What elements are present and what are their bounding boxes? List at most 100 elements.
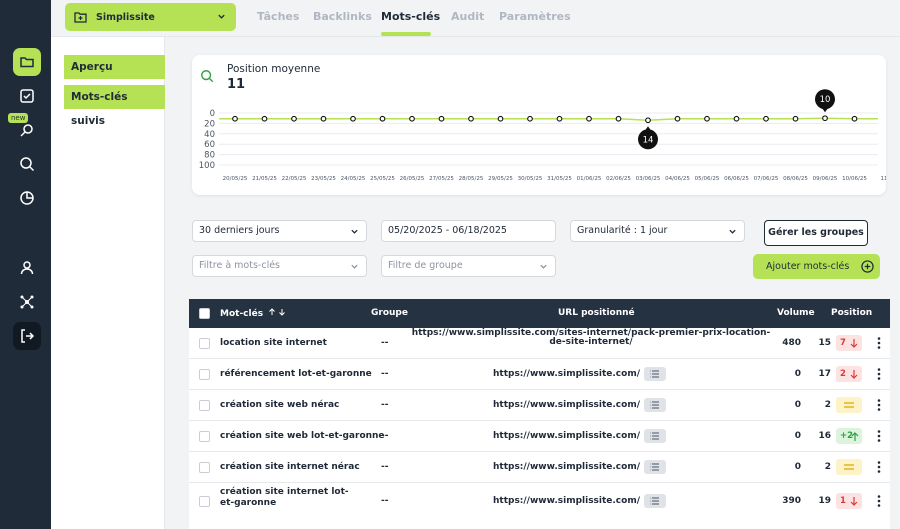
- row-url[interactable]: https://www.simplissite.com/: [380, 400, 640, 410]
- row-checkbox[interactable]: [199, 462, 210, 473]
- data-point: [733, 115, 740, 122]
- table-row[interactable]: référencement lot-et-garonne -- https://…: [189, 359, 890, 390]
- sub-navigation: Aperçu Mots-clés suivis: [51, 37, 165, 529]
- data-point: [320, 115, 327, 122]
- manage-groups-button[interactable]: Gérer les groupes: [764, 220, 868, 246]
- row-checkbox[interactable]: [199, 369, 210, 380]
- data-point: [556, 115, 563, 122]
- data-point: [468, 115, 474, 122]
- list-icon[interactable]: [644, 429, 666, 443]
- row-group: --: [381, 338, 389, 348]
- tab-mots-cles[interactable]: Mots-clés: [381, 10, 440, 23]
- data-point: [497, 115, 504, 122]
- data-point: [291, 115, 297, 122]
- row-checkbox[interactable]: [199, 400, 210, 411]
- x-tick-label: 04/06/25: [665, 176, 690, 182]
- data-point: [586, 115, 592, 122]
- top-bar: Simplissite Tâches Backlinks Mots-clés A…: [51, 0, 900, 37]
- header-volume: Volume: [777, 308, 815, 318]
- subnav-mots-cles-suivis[interactable]: Mots-clés suivis: [64, 85, 165, 127]
- period-select[interactable]: 30 derniers jours: [192, 220, 367, 242]
- keyword-research-icon[interactable]: [13, 116, 41, 144]
- row-keyword: création site internet lot-et-garonne: [220, 487, 349, 508]
- folder-plus-icon: [74, 12, 87, 23]
- subnav-apercu[interactable]: Aperçu: [64, 55, 165, 79]
- more-options-icon[interactable]: [877, 429, 881, 443]
- data-point: [674, 115, 681, 122]
- x-tick-label: 26/05/25: [400, 176, 425, 182]
- tab-taches[interactable]: Tâches: [257, 10, 299, 23]
- add-keywords-label: Ajouter mots-clés: [766, 261, 850, 272]
- x-tick-label: 01/06/25: [577, 176, 602, 182]
- row-url[interactable]: https://www.simplissite.com/: [380, 462, 640, 472]
- tab-audit[interactable]: Audit: [451, 10, 484, 23]
- more-options-icon[interactable]: [877, 336, 881, 350]
- header-url: URL positionné: [558, 308, 635, 318]
- table-row[interactable]: location site internet -- https://www.si…: [189, 328, 890, 359]
- row-volume: 0: [794, 369, 801, 379]
- x-tick-label: 25/05/25: [370, 176, 395, 182]
- more-options-icon[interactable]: [877, 460, 881, 474]
- x-tick-label: 11: [881, 176, 887, 182]
- list-icon[interactable]: [644, 494, 666, 508]
- list-icon[interactable]: [644, 367, 666, 381]
- table-row[interactable]: création site web nérac -- https://www.s…: [189, 390, 890, 421]
- data-point: [851, 115, 858, 122]
- sort-arrows-icon[interactable]: [268, 308, 288, 316]
- keyword-filter-select[interactable]: Filtre à mots-clés: [192, 255, 367, 277]
- row-volume: 0: [794, 400, 801, 410]
- list-icon[interactable]: [644, 398, 666, 412]
- tab-parametres[interactable]: Paramètres: [499, 10, 571, 23]
- active-tab-indicator: [381, 32, 431, 36]
- row-url[interactable]: https://www.simplissite.com/: [380, 369, 640, 379]
- row-url[interactable]: https://www.simplissite.com/: [380, 496, 640, 506]
- x-tick-label: 21/05/25: [252, 176, 277, 182]
- more-options-icon[interactable]: [877, 367, 881, 381]
- site-name: Simplissite: [96, 11, 155, 23]
- arrow-down-icon: [850, 497, 858, 506]
- logout-icon[interactable]: [13, 322, 41, 350]
- arrow-down-icon: [850, 339, 858, 348]
- tab-backlinks[interactable]: Backlinks: [313, 10, 372, 23]
- table-row[interactable]: création site web lot-et-garonne -- http…: [189, 421, 890, 452]
- row-keyword: référencement lot-et-garonne: [220, 369, 372, 379]
- more-options-icon[interactable]: [877, 398, 881, 412]
- data-point: [615, 115, 622, 122]
- row-checkbox[interactable]: [199, 338, 210, 349]
- user-icon[interactable]: [13, 254, 41, 282]
- site-selector[interactable]: Simplissite: [65, 3, 236, 31]
- date-range-input[interactable]: 05/20/2025 - 06/18/2025: [381, 220, 556, 242]
- x-tick-label: 30/05/25: [518, 176, 543, 182]
- left-rail: new: [0, 0, 51, 529]
- row-checkbox[interactable]: [199, 496, 210, 507]
- search-icon[interactable]: [13, 150, 41, 178]
- group-filter-select[interactable]: Filtre de groupe: [381, 255, 556, 277]
- equal-icon: [844, 402, 854, 408]
- data-point: [822, 115, 828, 122]
- period-value: 30 derniers jours: [199, 225, 280, 236]
- header-keyword[interactable]: Mot-clés: [220, 308, 288, 319]
- y-tick-label: 100: [199, 161, 215, 171]
- main-content: Position moyenne 11 0 20 40 60 80 100 20/05/25…: [165, 37, 900, 529]
- data-point: [763, 115, 769, 122]
- data-point: [704, 115, 710, 122]
- add-keywords-button[interactable]: Ajouter mots-clés: [753, 254, 880, 279]
- more-options-icon[interactable]: [877, 494, 881, 508]
- table-row[interactable]: création site internet lot-et-garonne --…: [189, 483, 890, 521]
- list-icon[interactable]: [644, 460, 666, 474]
- row-url[interactable]: https://www.simplissite.com/sites-intern…: [411, 329, 771, 347]
- folder-icon[interactable]: [13, 48, 41, 76]
- select-all-checkbox[interactable]: [199, 308, 210, 319]
- tasks-icon[interactable]: [13, 82, 41, 110]
- network-icon[interactable]: [13, 288, 41, 316]
- table-row[interactable]: création site internet nérac -- https://…: [189, 452, 890, 483]
- position-chart: 020406080100 20/05/25 21/05/25 22/05/25 23/0…: [199, 89, 887, 182]
- row-checkbox[interactable]: [199, 431, 210, 442]
- row-position: 2: [824, 462, 831, 472]
- x-tick-label: 09/06/25: [813, 176, 838, 182]
- row-url[interactable]: https://www.simplissite.com/: [380, 431, 640, 441]
- pie-chart-icon[interactable]: [13, 184, 41, 212]
- granularity-select[interactable]: Granularité : 1 jour: [570, 220, 745, 242]
- row-position: 19: [818, 496, 831, 506]
- data-point: [527, 115, 533, 122]
